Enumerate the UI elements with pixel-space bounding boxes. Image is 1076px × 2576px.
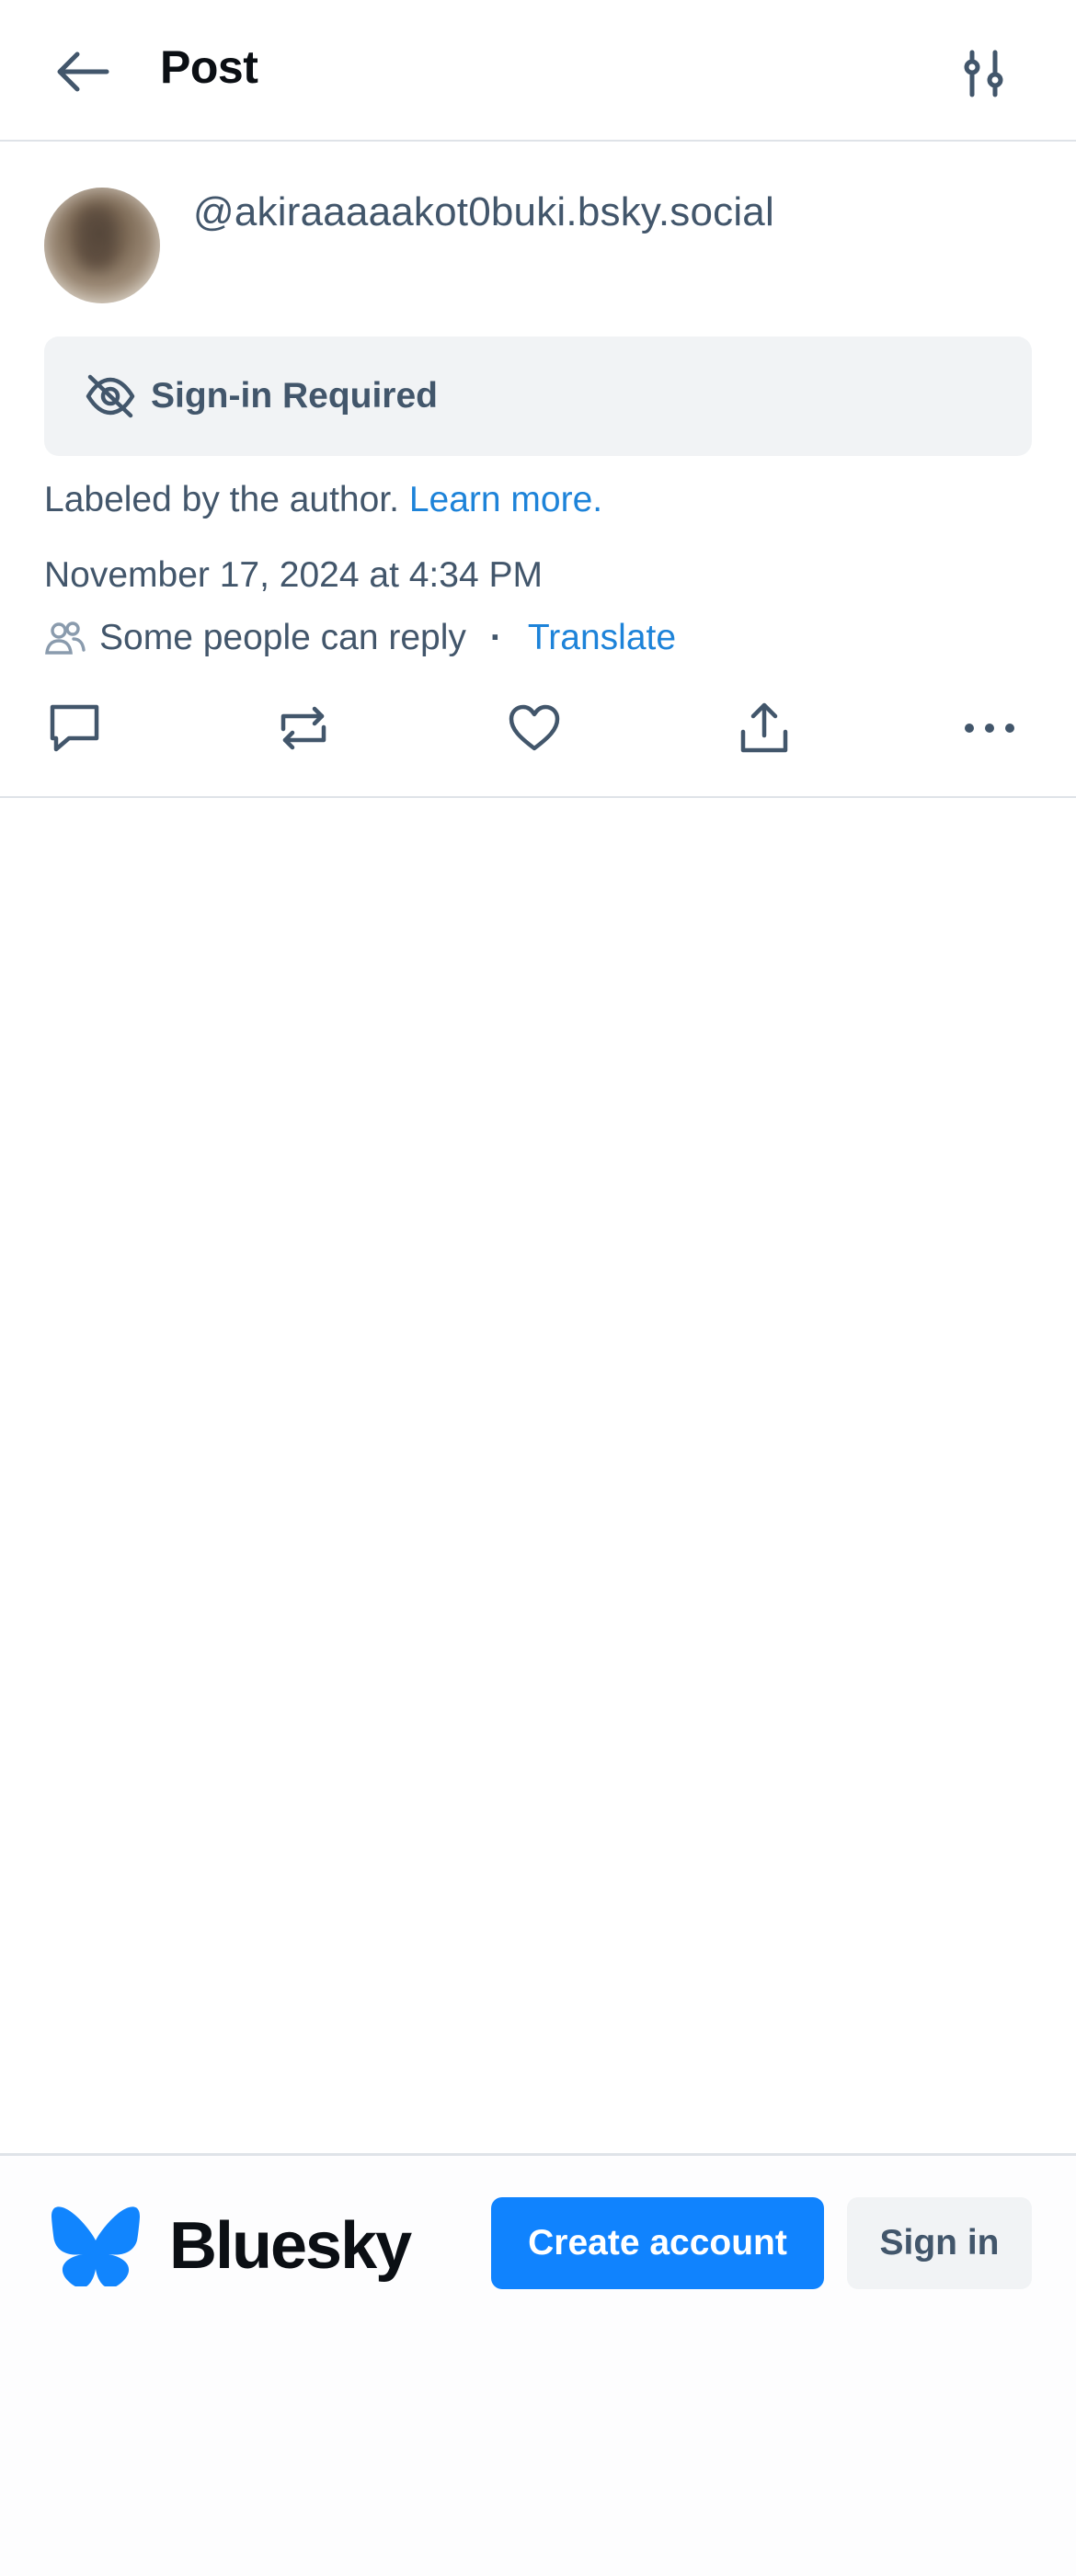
sign-in-button[interactable]: Sign in (847, 2197, 1032, 2289)
content-warning[interactable]: Sign-in Required (44, 336, 1032, 456)
label-note-text: Labeled by the author. (44, 480, 399, 519)
butterfly-icon (52, 2206, 140, 2286)
learn-more-link[interactable]: Learn more. (409, 480, 602, 519)
bluesky-logo[interactable]: Bluesky (50, 2206, 412, 2286)
translate-link[interactable]: Translate (528, 618, 676, 658)
repost-icon (280, 706, 326, 750)
share-icon (740, 702, 788, 753)
post-actions (0, 691, 1076, 798)
avatar[interactable] (44, 188, 160, 303)
reply-setting: Some people can reply · Translate (44, 618, 676, 658)
ellipsis-icon (965, 724, 1014, 733)
reply-setting-text[interactable]: Some people can reply (99, 618, 466, 658)
people-icon (45, 621, 86, 655)
comment-icon (50, 704, 99, 752)
reply-button[interactable] (41, 695, 108, 761)
thread-settings-button[interactable] (947, 40, 1021, 107)
page-title: Post (160, 41, 258, 93)
eye-slash-icon (86, 374, 135, 418)
label-note: Labeled by the author. Learn more. (44, 480, 602, 520)
sliders-icon (964, 50, 1003, 97)
post-timestamp: November 17, 2024 at 4:34 PM (44, 555, 543, 595)
more-button[interactable] (956, 695, 1023, 761)
top-bar: Post (0, 0, 1076, 142)
content-warning-label: Sign-in Required (151, 376, 438, 416)
like-button[interactable] (501, 695, 567, 761)
share-button[interactable] (731, 695, 797, 761)
heart-icon (509, 704, 560, 751)
signup-footer: Bluesky Create account Sign in (0, 2153, 1076, 2576)
arrow-left-icon (57, 51, 109, 92)
separator-dot: · (489, 618, 502, 657)
repost-button[interactable] (270, 695, 337, 761)
back-button[interactable] (44, 37, 121, 107)
author-handle[interactable]: @akiraaaaakot0buki.bsky.social (193, 189, 774, 235)
post-page: Post @akiraaaaakot0buki.bsky.social Sign… (0, 0, 1076, 2576)
create-account-button[interactable]: Create account (491, 2197, 824, 2289)
brand-name: Bluesky (169, 2209, 412, 2283)
